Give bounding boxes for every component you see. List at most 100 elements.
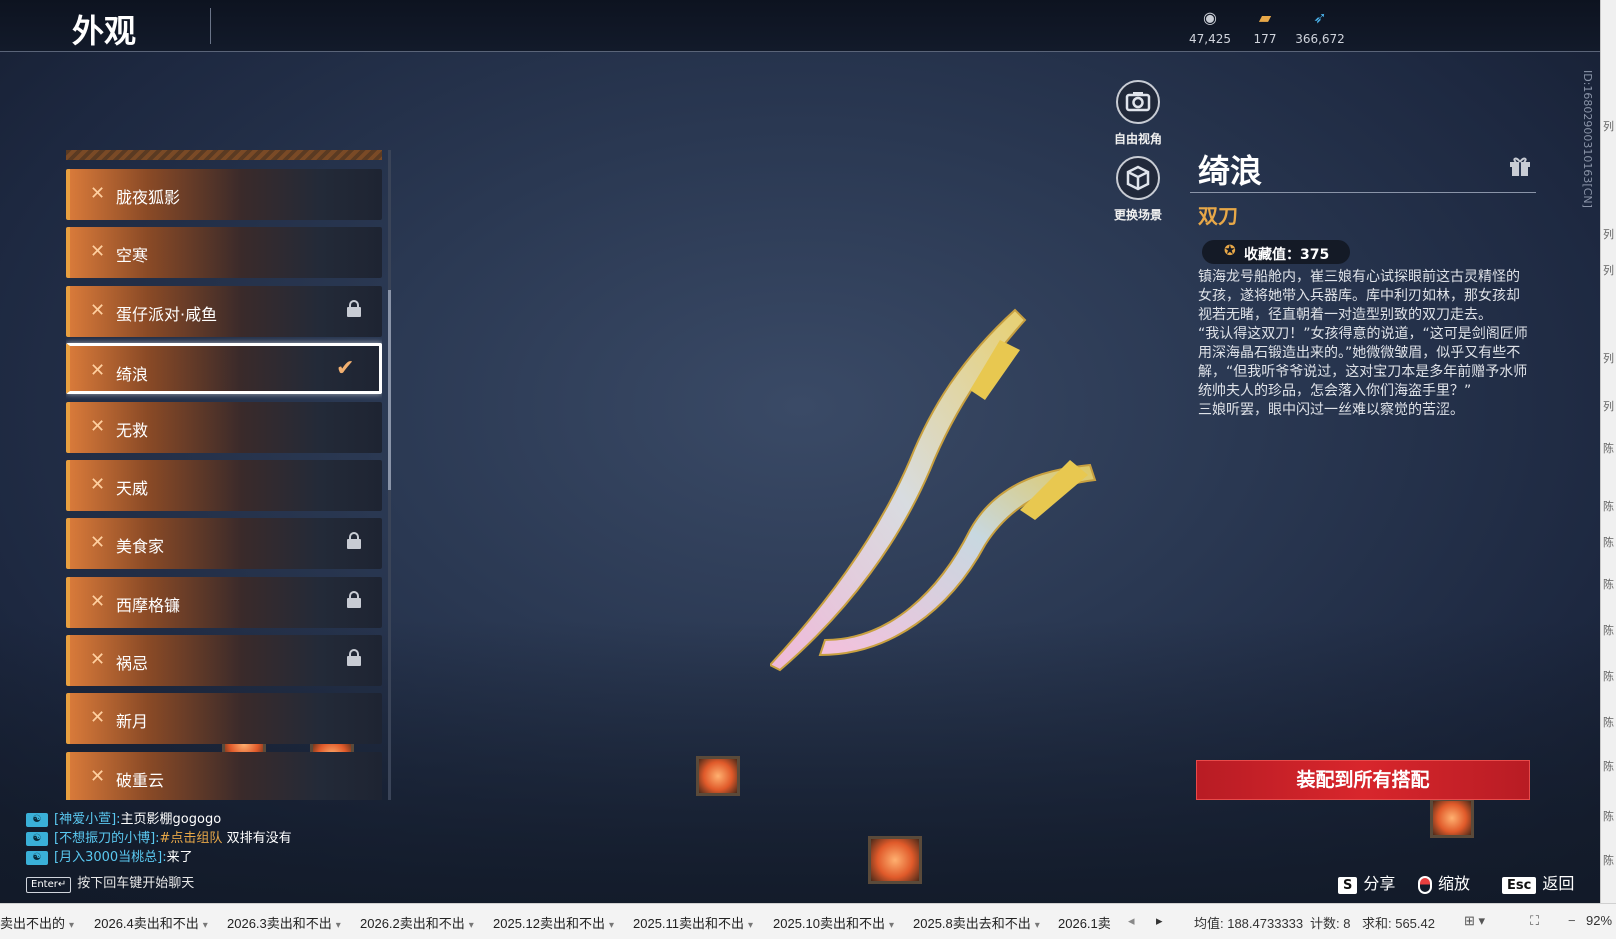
cube-icon	[1116, 156, 1160, 200]
chevron-down-icon: ▾	[468, 920, 474, 931]
skin-item[interactable]: ✕ 蛋仔派对·咸鱼	[66, 286, 382, 337]
back-label: 返回	[1542, 874, 1575, 893]
list-scrollbar[interactable]	[388, 150, 391, 800]
sheet-tab[interactable]: 2026.4卖出和不出 ▾	[94, 913, 208, 932]
share-key: S	[1338, 877, 1358, 894]
chat-channel-icon: ☯	[26, 850, 48, 865]
chat-message: ☯ [神爱小萱]:主页影棚gogogo	[26, 808, 221, 827]
chat-text: 来了	[166, 850, 193, 865]
zoom-out-icon[interactable]: −	[1568, 913, 1576, 928]
skin-item[interactable]: ✕ 祸忌	[66, 635, 382, 686]
crossed-blades-icon: ✕	[90, 360, 106, 381]
change-scene-label: 更换场景	[1113, 208, 1162, 222]
chat-team-link[interactable]: #点击组队	[160, 831, 223, 846]
sheet-tab[interactable]: 2025.8卖出去和不出 ▾	[913, 913, 1040, 932]
average-stat: 均值: 188.4733333	[1194, 916, 1304, 931]
sheet-tab[interactable]: 卖出不出的 ▾	[0, 913, 74, 932]
chat-user[interactable]: [不想振刀的小博]:	[54, 831, 160, 846]
skin-item[interactable]: ✕ 天威	[66, 460, 382, 511]
zoom-label: 缩放	[1438, 874, 1471, 893]
twin-blades-model[interactable]	[770, 300, 1150, 690]
chat-message: ☯ [月入3000当桃总]:来了	[26, 846, 193, 865]
next-sheet-icon[interactable]: ▸	[1156, 913, 1163, 929]
grid-view-icon[interactable]: ⊞ ▾	[1464, 913, 1485, 929]
sheet-tab[interactable]: 2026.1卖	[1058, 913, 1111, 932]
crossed-blades-icon: ✕	[90, 649, 106, 670]
skin-item[interactable]: ✕ 新月	[66, 693, 382, 744]
gift-icon[interactable]	[1508, 154, 1532, 178]
skin-name: 无救	[116, 421, 149, 440]
lock-icon	[346, 530, 362, 550]
background-window-edge: 列 列 列 列 列 陈 陈 陈 陈 陈 陈 陈 陈 陈 陈	[1600, 0, 1616, 903]
chevron-down-icon: ▾	[69, 920, 75, 931]
skin-name: 破重云	[116, 771, 165, 790]
free-view-button[interactable]: 自由视角	[1098, 80, 1178, 147]
chat-hint-text: 按下回车键开始聊天	[77, 876, 195, 891]
lantern-right	[1430, 798, 1474, 838]
sheet-tab[interactable]: 2025.12卖出和不出 ▾	[493, 913, 614, 932]
chevron-down-icon: ▾	[609, 920, 615, 931]
lock-icon	[346, 298, 362, 318]
skin-name: 西摩格镰	[116, 596, 181, 615]
mouse-icon	[1418, 875, 1432, 894]
crossed-blades-icon: ✕	[90, 766, 106, 787]
chat-channel-icon: ☯	[26, 812, 48, 827]
crossed-blades-icon: ✕	[90, 183, 106, 204]
free-view-label: 自由视角	[1113, 132, 1162, 146]
currency-ticket[interactable]: ▰ 177	[1235, 8, 1295, 47]
lantern-center-1	[696, 756, 740, 796]
chat-user[interactable]: [神爱小萱]:	[54, 812, 121, 827]
skin-item[interactable]: ✕ 西摩格镰	[66, 577, 382, 628]
chevron-down-icon: ▾	[1034, 920, 1040, 931]
chat-input-hint[interactable]: Enter↵ 按下回车键开始聊天	[26, 872, 194, 893]
skin-item[interactable]: ✕ 胧夜狐影	[66, 169, 382, 220]
chat-user[interactable]: [月入3000当桃总]:	[54, 850, 167, 865]
check-icon: ✔	[336, 356, 355, 381]
crossed-blades-icon: ✕	[90, 591, 106, 612]
fullscreen-icon[interactable]: ⛶	[1530, 913, 1539, 929]
crossed-blades-icon: ✕	[90, 300, 106, 321]
skin-item[interactable]: ✕ 无救	[66, 402, 382, 453]
share-hotkey[interactable]: S 分享	[1338, 870, 1395, 894]
scrollbar-thumb[interactable]	[388, 290, 391, 490]
game-viewport: 外观 ◉ 47,425 ▰ 177 ➶ 366,672 ✕ 胧夜狐影 ✕ 空寒 …	[0, 0, 1600, 903]
collection-value-badge: ✪ 收藏值：375	[1202, 240, 1350, 264]
sheet-tab[interactable]: 2025.10卖出和不出 ▾	[773, 913, 894, 932]
skin-name: 蛋仔派对·咸鱼	[116, 305, 218, 324]
sheet-tab[interactable]: 2026.3卖出和不出 ▾	[227, 913, 341, 932]
crossed-blades-icon: ✕	[90, 707, 106, 728]
equip-all-button[interactable]: 装配到所有搭配	[1196, 760, 1530, 800]
skin-item[interactable]: ✕ 破重云	[66, 752, 382, 800]
skin-list[interactable]: ✕ 胧夜狐影 ✕ 空寒 ✕ 蛋仔派对·咸鱼 ✕ 绮浪 ✔ ✕ 无救 ✕ 天威 ✕…	[66, 150, 382, 800]
chevron-down-icon: ▾	[889, 920, 895, 931]
skin-name: 新月	[116, 712, 149, 731]
skin-item-selected[interactable]: ✕ 绮浪 ✔	[66, 343, 382, 394]
currency-value: 366,672	[1295, 32, 1345, 46]
share-label: 分享	[1363, 874, 1396, 893]
feather-icon: ➶	[1313, 8, 1327, 27]
page-title: 外观	[72, 12, 137, 50]
crossed-blades-icon: ✕	[90, 474, 106, 495]
sum-stat: 求和: 565.42	[1362, 916, 1435, 931]
skin-item[interactable]: ✕ 美食家	[66, 518, 382, 569]
skin-item[interactable]: ✕ 空寒	[66, 227, 382, 278]
back-hotkey[interactable]: Esc 返回	[1502, 870, 1574, 894]
skin-name: 空寒	[116, 246, 149, 265]
change-scene-button[interactable]: 更换场景	[1098, 156, 1178, 223]
skin-name: 胧夜狐影	[116, 188, 181, 207]
sheet-tab[interactable]: 2025.11卖出和不出 ▾	[633, 913, 753, 932]
currency-feather[interactable]: ➶ 366,672	[1290, 8, 1350, 47]
prev-sheet-icon[interactable]: ◂	[1128, 913, 1135, 929]
skin-name: 祸忌	[116, 654, 149, 673]
title-underline	[1190, 192, 1536, 193]
currency-silver[interactable]: ◉ 47,425	[1180, 8, 1240, 47]
zoom-level: 92%	[1586, 913, 1613, 928]
skin-name: 美食家	[116, 537, 165, 556]
title-divider	[210, 8, 211, 44]
enter-key: Enter↵	[26, 877, 72, 893]
camera-icon	[1116, 80, 1160, 124]
sheet-tab[interactable]: 2026.2卖出和不出 ▾	[360, 913, 474, 932]
zoom-hotkey[interactable]: 缩放	[1418, 870, 1470, 894]
spreadsheet-status-bar: 卖出不出的 ▾ 2026.4卖出和不出 ▾ 2026.3卖出和不出 ▾ 2026.2卖…	[0, 903, 1616, 939]
collection-icon: ✪	[1224, 243, 1236, 259]
